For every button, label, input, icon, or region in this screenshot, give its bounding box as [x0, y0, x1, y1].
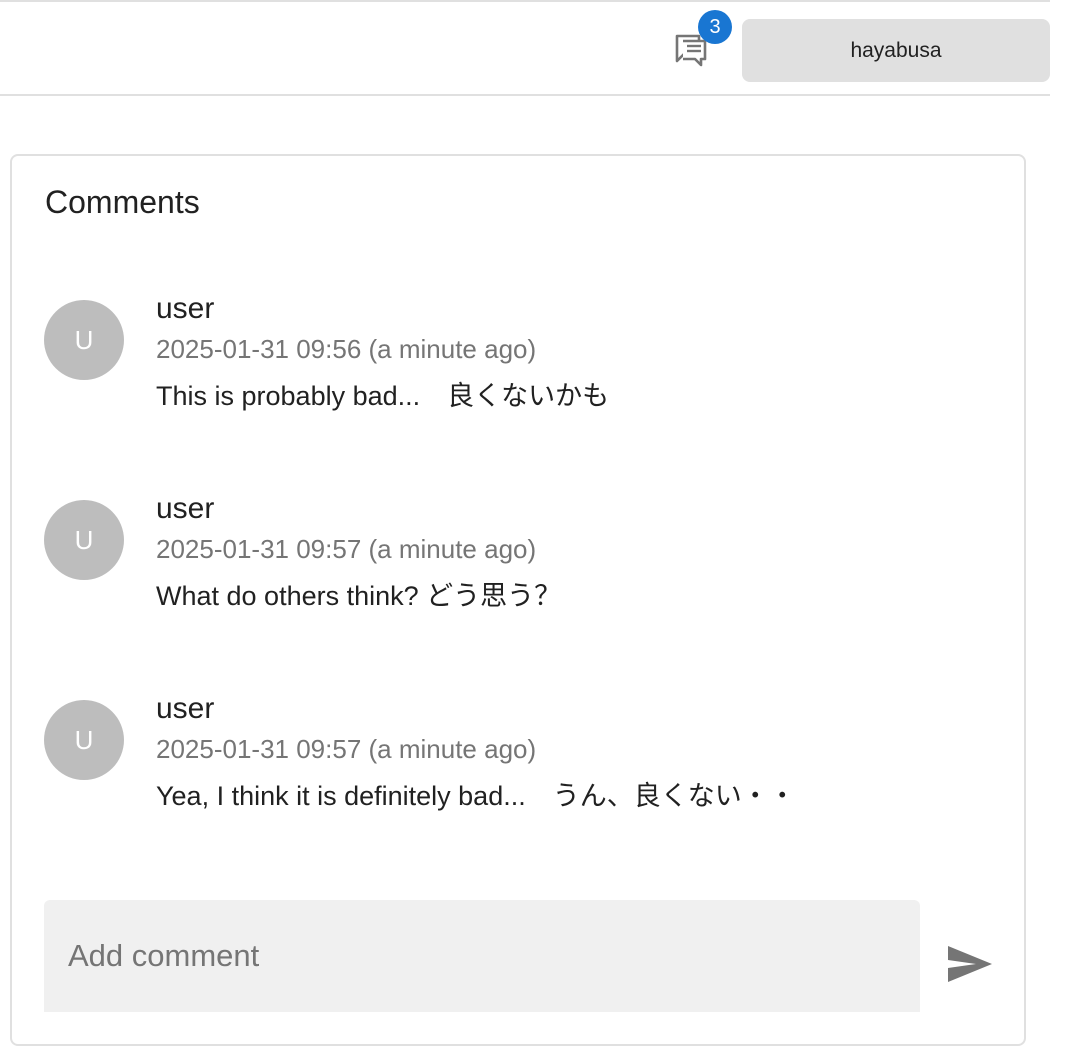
add-comment-input[interactable]	[44, 900, 920, 1012]
comment-item: U user 2025-01-31 09:57 (a minute ago) W…	[44, 492, 1004, 630]
user-button[interactable]: hayabusa	[742, 19, 1050, 82]
avatar: U	[44, 300, 124, 380]
top-bar: 3 hayabusa	[0, 0, 1050, 96]
comments-panel: Comments U user 2025-01-31 09:56 (a minu…	[10, 154, 1026, 1046]
comment-author: user	[156, 292, 215, 325]
comment-item: U user 2025-01-31 09:57 (a minute ago) Y…	[44, 692, 1004, 830]
send-button[interactable]	[946, 942, 998, 986]
comment-author: user	[156, 692, 215, 725]
comment-author: user	[156, 492, 215, 525]
comments-title: Comments	[45, 184, 200, 220]
comment-item: U user 2025-01-31 09:56 (a minute ago) T…	[44, 292, 1004, 430]
avatar: U	[44, 500, 124, 580]
comment-timestamp: 2025-01-31 09:57 (a minute ago)	[156, 534, 537, 564]
comment-timestamp: 2025-01-31 09:57 (a minute ago)	[156, 734, 537, 764]
comment-timestamp: 2025-01-31 09:56 (a minute ago)	[156, 334, 537, 364]
send-icon	[946, 944, 998, 984]
page: 3 hayabusa Comments U user 2025-01-31 09…	[0, 0, 1066, 1062]
comment-text: What do others think? どう思う？	[156, 581, 562, 611]
comment-text: Yea, I think it is definitely bad... うん、…	[156, 781, 796, 811]
comment-count-badge: 3	[698, 10, 732, 44]
comment-text: This is probably bad... 良くないかも	[156, 381, 610, 411]
avatar: U	[44, 700, 124, 780]
